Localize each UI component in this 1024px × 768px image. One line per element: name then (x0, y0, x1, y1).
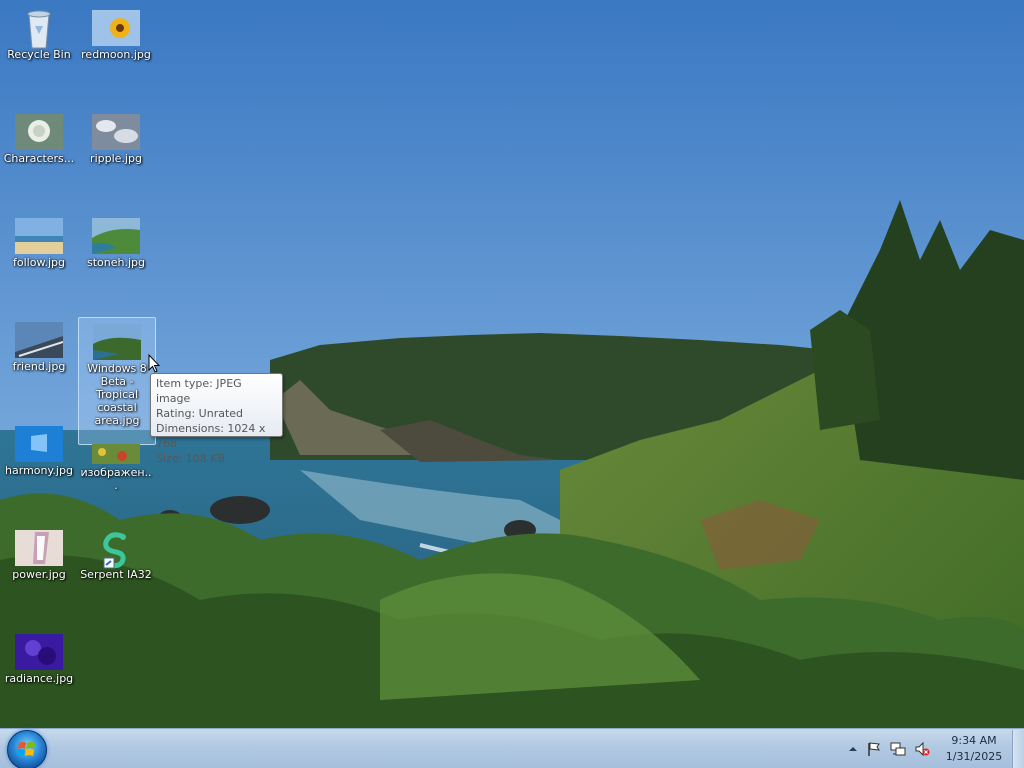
image-thumbnail-icon (15, 634, 63, 670)
start-button[interactable] (7, 730, 47, 768)
desktop-icon-harmony[interactable]: harmony.jpg (0, 420, 78, 492)
image-thumbnail-icon (15, 426, 63, 462)
desktop-icon-label: friend.jpg (12, 360, 66, 373)
image-thumbnail-icon (15, 218, 63, 254)
image-thumbnail-icon (92, 444, 140, 464)
desktop-icon-redmoon[interactable]: redmoon.jpg (77, 4, 155, 76)
desktop-icon-label: follow.jpg (13, 256, 65, 269)
desktop-icon-windows8-tropical[interactable]: Windows 8 Beta - Tropical coastal area.j… (78, 317, 156, 445)
show-hidden-icons-arrow[interactable] (845, 741, 861, 757)
clock-time: 9:34 AM (951, 734, 997, 747)
serpent-shortcut-icon (92, 530, 140, 569)
desktop-icon-friend[interactable]: friend.jpg (0, 316, 78, 388)
image-thumbnail-icon (15, 114, 63, 150)
file-info-tooltip: Item type: JPEG image Rating: Unrated Di… (150, 373, 283, 465)
desktop-icon-label: radiance.jpg (4, 672, 74, 685)
image-thumbnail-icon (92, 114, 140, 150)
image-thumbnail-icon (15, 322, 64, 358)
image-thumbnail-icon (93, 324, 141, 360)
desktop-icon-label: ripple.jpg (90, 152, 142, 165)
image-thumbnail-icon (15, 530, 63, 566)
recycle-bin-icon (15, 10, 63, 49)
desktop-icon-label: harmony.jpg (5, 464, 73, 477)
desktop-icon-serpent-ia32[interactable]: Serpent IA32 (77, 524, 155, 596)
desktop-icon-characters[interactable]: Characters... (0, 108, 78, 180)
taskbar: 9:34 AM 1/31/2025 (0, 728, 1024, 768)
desktop-icon-power[interactable]: power.jpg (0, 524, 78, 596)
desktop-icon-follow[interactable]: follow.jpg (0, 212, 78, 284)
mouse-cursor-icon (148, 353, 161, 373)
start-orb-icon (17, 742, 35, 756)
desktop-icon-stoneh[interactable]: stoneh.jpg (77, 212, 155, 284)
desktop-icon-ripple[interactable]: ripple.jpg (77, 108, 155, 180)
desktop-icon-label: power.jpg (12, 568, 66, 581)
desktop-icon-label: redmoon.jpg (81, 48, 151, 61)
action-center-flag-icon[interactable] (866, 741, 882, 757)
desktop-icon-label: изображен... (80, 466, 152, 492)
desktop-icon-recycle-bin[interactable]: Recycle Bin (0, 4, 78, 76)
clock-date: 1/31/2025 (945, 750, 1003, 763)
image-thumbnail-icon (92, 218, 140, 254)
image-thumbnail-icon (92, 10, 140, 46)
taskbar-clock[interactable]: 9:34 AM 1/31/2025 (940, 733, 1008, 765)
volume-muted-icon[interactable] (914, 741, 930, 757)
tooltip-size: Size: 108 KB (156, 452, 226, 465)
desktop-icon-izobrazhen[interactable]: изображен... (77, 438, 155, 494)
tooltip-item-type: Item type: JPEG image (156, 377, 242, 405)
desktop-icon-label: Windows 8 Beta - Tropical coastal area.j… (87, 362, 147, 427)
desktop-icon-radiance[interactable]: radiance.jpg (0, 628, 78, 700)
tooltip-rating: Rating: Unrated (156, 407, 244, 420)
tooltip-dimensions: Dimensions: 1024 x 768 (156, 422, 266, 450)
desktop-icon-label: Characters... (3, 152, 75, 165)
desktop-icon-label: stoneh.jpg (86, 256, 145, 269)
network-icon[interactable] (890, 741, 906, 757)
show-desktop-button[interactable] (1012, 730, 1024, 768)
